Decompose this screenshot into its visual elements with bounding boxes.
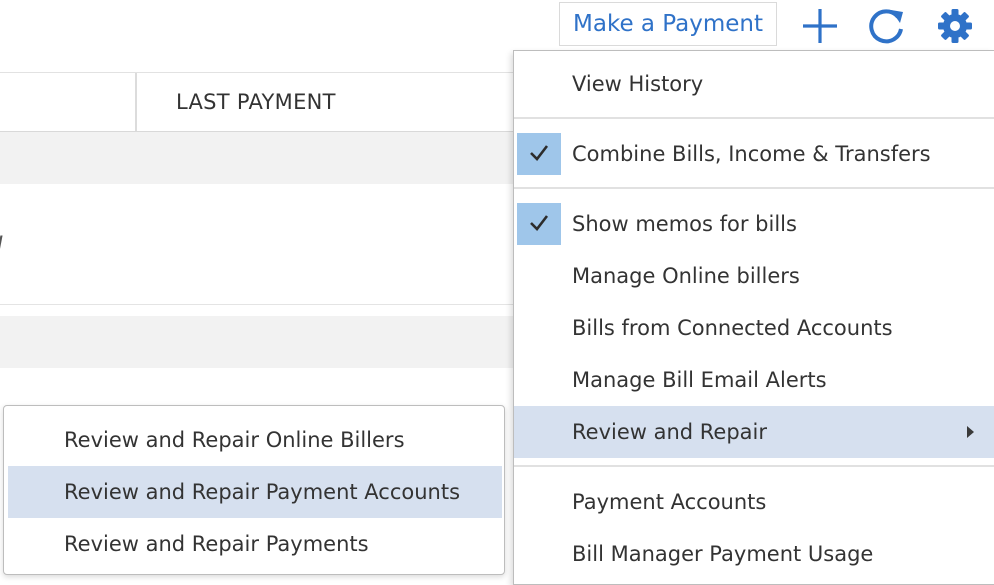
menu-item-label: Manage Online billers <box>572 264 800 288</box>
menu-item-label: Manage Bill Email Alerts <box>572 368 827 392</box>
menu-item-combine-bills[interactable]: Combine Bills, Income & Transfers <box>514 128 994 180</box>
menu-item-label: Show memos for bills <box>572 212 797 236</box>
menu-item-label: Bills from Connected Accounts <box>572 316 893 340</box>
checkmark-icon <box>517 203 561 245</box>
menu-item-label: Payment Accounts <box>572 490 767 514</box>
column-header-last-payment[interactable]: LAST PAYMENT <box>176 73 336 131</box>
submenu-item-label: Review and Repair Online Billers <box>64 428 405 452</box>
menu-divider <box>514 187 994 189</box>
column-separator <box>135 73 137 131</box>
menu-item-payment-usage[interactable]: Bill Manager Payment Usage <box>514 528 994 580</box>
menu-item-show-memos[interactable]: Show memos for bills <box>514 198 994 250</box>
submenu-item-online-billers[interactable]: Review and Repair Online Billers <box>8 414 502 466</box>
submenu-item-payment-accounts[interactable]: Review and Repair Payment Accounts <box>8 466 502 518</box>
chevron-right-icon <box>967 426 974 438</box>
settings-menu: View History Combine Bills, Income & Tra… <box>513 50 994 585</box>
menu-item-label: Combine Bills, Income & Transfers <box>572 142 931 166</box>
menu-item-manage-online-billers[interactable]: Manage Online billers <box>514 250 994 302</box>
menu-item-bills-connected-accounts[interactable]: Bills from Connected Accounts <box>514 302 994 354</box>
menu-item-label: Bill Manager Payment Usage <box>572 542 874 566</box>
plus-icon[interactable] <box>800 6 840 46</box>
menu-item-manage-bill-email-alerts[interactable]: Manage Bill Email Alerts <box>514 354 994 406</box>
checkmark-icon <box>517 133 561 175</box>
menu-item-label: View History <box>572 72 704 96</box>
menu-item-review-and-repair[interactable]: Review and Repair <box>514 406 994 458</box>
make-payment-button[interactable]: Make a Payment <box>559 2 777 46</box>
menu-divider <box>514 117 994 119</box>
menu-item-payment-accounts[interactable]: Payment Accounts <box>514 476 994 528</box>
menu-item-label: Review and Repair <box>572 420 768 444</box>
submenu-item-label: Review and Repair Payments <box>64 532 369 556</box>
review-repair-submenu: Review and Repair Online Billers Review … <box>3 405 505 575</box>
menu-divider <box>514 465 994 467</box>
menu-item-view-history[interactable]: View History <box>514 58 994 110</box>
row-text: l <box>0 232 3 260</box>
submenu-item-label: Review and Repair Payment Accounts <box>64 480 461 504</box>
refresh-icon[interactable] <box>867 6 907 46</box>
submenu-item-payments[interactable]: Review and Repair Payments <box>8 518 502 570</box>
gear-icon[interactable] <box>935 6 975 46</box>
